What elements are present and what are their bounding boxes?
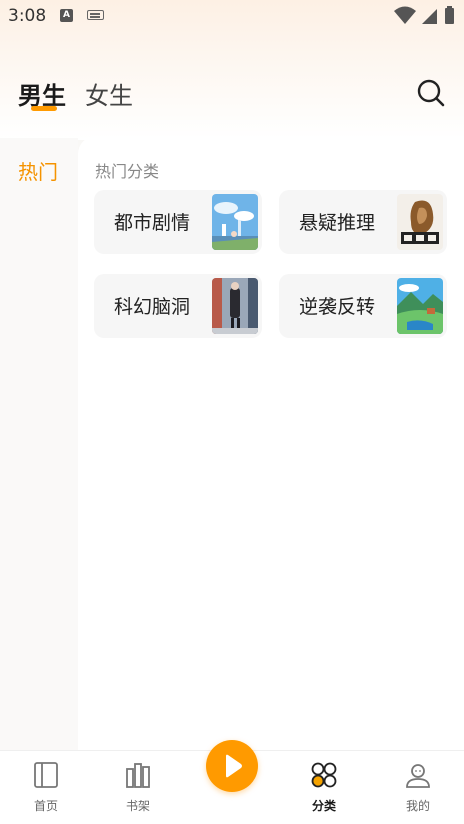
sidebar-item-hot[interactable]: 热门 <box>18 156 58 185</box>
nav-bookshelf[interactable]: 书架 <box>92 751 184 824</box>
category-card-mystery[interactable]: 悬疑推理 <box>279 190 447 254</box>
status-icons <box>393 6 456 26</box>
category-card-scifi[interactable]: 科幻脑洞 <box>94 274 262 338</box>
category-sidebar: 热门 <box>0 138 78 750</box>
landscape-cover <box>397 278 443 334</box>
search-icon <box>417 79 445 107</box>
bookshelf-icon <box>126 763 150 788</box>
wifi-icon <box>393 6 416 24</box>
category-card-reversal[interactable]: 逆袭反转 <box>279 274 447 338</box>
status-time: 3:08 <box>8 6 47 26</box>
active-tab-indicator <box>31 106 57 111</box>
city-anime-cover <box>212 194 258 250</box>
category-panel: 热门分类 都市剧情 悬疑推理 科幻脑洞 逆袭反转 <box>78 136 464 756</box>
nav-label: 首页 <box>33 799 58 813</box>
category-card-urban[interactable]: 都市剧情 <box>94 190 262 254</box>
category-label: 都市剧情 <box>114 212 191 234</box>
nav-home[interactable]: 首页 <box>0 751 92 824</box>
category-label: 悬疑推理 <box>299 212 376 234</box>
profile-icon <box>406 764 430 788</box>
signal-icon <box>421 9 437 24</box>
status-bar: 3:08 A <box>0 0 464 32</box>
category-label: 逆袭反转 <box>299 296 376 318</box>
section-title: 热门分类 <box>95 162 160 181</box>
search-button[interactable] <box>414 76 448 110</box>
keyboard-icon <box>87 10 104 20</box>
play-icon <box>226 754 242 778</box>
battery-icon <box>445 6 454 24</box>
scifi-street-cover <box>212 278 258 334</box>
a-notification-icon: A <box>60 9 73 22</box>
mystery-squirrel-cover <box>397 194 443 250</box>
nav-label: 分类 <box>311 799 336 813</box>
nav-label: 我的 <box>405 799 430 813</box>
book-icon <box>34 762 58 788</box>
category-icon <box>311 762 337 788</box>
audio-play-button[interactable] <box>206 740 258 792</box>
nav-category[interactable]: 分类 <box>278 751 370 824</box>
tab-female[interactable]: 女生 <box>85 76 133 111</box>
category-label: 科幻脑洞 <box>114 296 191 318</box>
nav-label: 书架 <box>125 799 150 813</box>
nav-profile[interactable]: 我的 <box>372 751 464 824</box>
